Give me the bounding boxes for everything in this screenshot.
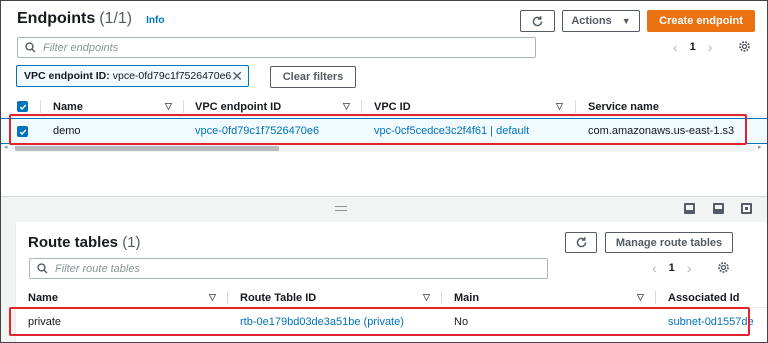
sort-icon[interactable]: ▽ bbox=[556, 101, 563, 112]
refresh-button[interactable] bbox=[520, 10, 555, 32]
column-divider bbox=[40, 100, 41, 113]
column-divider bbox=[575, 100, 576, 113]
layout-icon[interactable] bbox=[741, 203, 752, 214]
sort-icon[interactable]: ▽ bbox=[343, 101, 350, 112]
filter-route-tables-input[interactable]: Filter route tables bbox=[29, 258, 548, 279]
search-icon bbox=[25, 42, 36, 53]
split-panel-divider[interactable] bbox=[1, 196, 767, 220]
settings-gear-icon[interactable] bbox=[717, 261, 730, 274]
route-tables-pagination: ‹ 1 › bbox=[652, 260, 691, 276]
filter-token-key: VPC endpoint ID: bbox=[24, 70, 110, 82]
column-divider bbox=[227, 291, 228, 304]
route-tables-count: (1) bbox=[122, 234, 141, 251]
filter-endpoints-placeholder: Filter endpoints bbox=[43, 41, 119, 54]
column-divider bbox=[361, 100, 362, 113]
sort-icon[interactable]: ▽ bbox=[165, 101, 172, 112]
column-divider bbox=[441, 291, 442, 304]
clear-filters-button[interactable]: Clear filters bbox=[270, 66, 356, 88]
settings-gear-icon[interactable] bbox=[738, 40, 751, 53]
close-icon[interactable]: ✕ bbox=[231, 68, 243, 85]
filter-token: VPC endpoint ID: vpce-0fd79c1f7526470e6 … bbox=[16, 65, 249, 87]
page-number[interactable]: 1 bbox=[690, 41, 696, 53]
drag-handle-icon[interactable] bbox=[335, 206, 347, 211]
actions-button[interactable]: Actions ▼ bbox=[562, 10, 640, 32]
search-icon bbox=[37, 263, 48, 274]
actions-label: Actions bbox=[571, 15, 612, 27]
refresh-icon bbox=[576, 237, 586, 248]
layout-icon[interactable] bbox=[684, 203, 695, 214]
chevron-left-icon[interactable]: ‹ bbox=[652, 260, 657, 276]
column-header-name[interactable]: Name bbox=[53, 101, 83, 113]
refresh-icon bbox=[532, 15, 543, 26]
column-divider bbox=[655, 291, 656, 304]
layout-icon[interactable] bbox=[713, 203, 724, 214]
manage-route-tables-button[interactable]: Manage route tables bbox=[605, 232, 733, 253]
highlight-box-route-table-row bbox=[9, 307, 750, 336]
chevron-left-icon[interactable]: ‹ bbox=[673, 39, 678, 55]
scroll-right-icon[interactable]: ▸ bbox=[758, 143, 762, 151]
column-header-main[interactable]: Main bbox=[454, 292, 479, 304]
info-link[interactable]: Info bbox=[146, 15, 164, 26]
column-header-service-name[interactable]: Service name bbox=[588, 101, 659, 113]
chevron-right-icon[interactable]: › bbox=[708, 39, 713, 55]
select-all-checkbox[interactable] bbox=[17, 101, 28, 112]
column-header-route-table-id[interactable]: Route Table ID bbox=[240, 292, 316, 304]
caret-down-icon: ▼ bbox=[621, 16, 631, 26]
page-number[interactable]: 1 bbox=[669, 262, 675, 274]
endpoints-header: Endpoints (1/1) Info bbox=[17, 10, 164, 28]
scroll-left-icon[interactable]: ◂ bbox=[4, 143, 8, 151]
endpoints-count: (1/1) bbox=[99, 10, 133, 27]
filter-route-tables-placeholder: Filter route tables bbox=[55, 262, 140, 275]
route-tables-title: Route tables bbox=[28, 234, 119, 251]
app-frame: Endpoints (1/1) Info Actions ▼ Create en… bbox=[0, 0, 768, 343]
sort-icon[interactable]: ▽ bbox=[423, 292, 430, 303]
route-tables-header: Route tables (1) bbox=[28, 234, 141, 251]
scrollbar-thumb[interactable] bbox=[15, 146, 279, 151]
endpoints-pagination: ‹ 1 › bbox=[673, 39, 712, 55]
endpoints-panel: Endpoints (1/1) Info Actions ▼ Create en… bbox=[1, 1, 767, 196]
route-tables-table-header: Name ▽ Route Table ID ▽ Main ▽ Associate… bbox=[16, 288, 767, 308]
column-header-associated-id[interactable]: Associated Id bbox=[668, 292, 740, 304]
column-header-vpc-id[interactable]: VPC ID bbox=[374, 101, 411, 113]
create-endpoint-button[interactable]: Create endpoint bbox=[647, 10, 755, 32]
sort-icon[interactable]: ▽ bbox=[209, 292, 216, 303]
chevron-right-icon[interactable]: › bbox=[687, 260, 692, 276]
filter-token-value: vpce-0fd79c1f7526470e6 bbox=[112, 70, 232, 82]
filter-endpoints-input[interactable]: Filter endpoints bbox=[17, 37, 536, 58]
endpoints-title: Endpoints bbox=[17, 10, 96, 27]
refresh-button[interactable] bbox=[565, 232, 597, 253]
sort-icon[interactable]: ▽ bbox=[637, 292, 644, 303]
highlight-box-endpoint-row bbox=[9, 114, 747, 145]
column-header-name[interactable]: Name bbox=[28, 292, 58, 304]
check-icon bbox=[19, 104, 26, 110]
column-divider bbox=[183, 100, 184, 113]
column-header-endpoint-id[interactable]: VPC endpoint ID bbox=[195, 101, 281, 113]
